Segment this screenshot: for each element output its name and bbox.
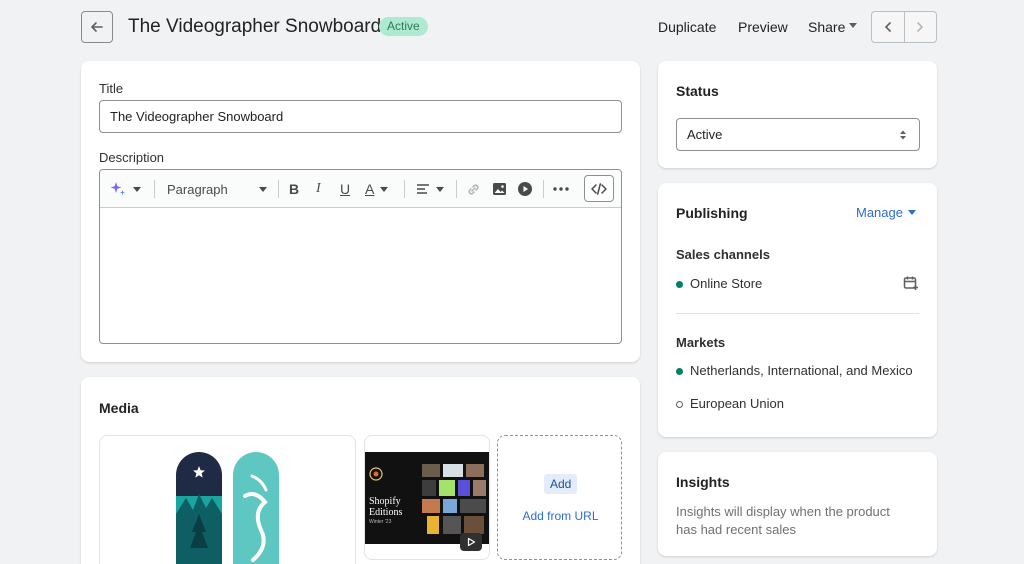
back-button[interactable] <box>81 11 113 43</box>
text-color-button[interactable]: A <box>365 179 389 199</box>
add-from-url-link[interactable]: Add from URL <box>498 509 621 523</box>
arrow-left-icon <box>91 22 103 32</box>
page-title: The Videographer Snowboard <box>128 16 382 37</box>
publishing-heading: Publishing <box>676 205 748 221</box>
insights-heading: Insights <box>676 474 730 490</box>
italic-icon[interactable]: I <box>316 179 321 199</box>
market-item: Netherlands, International, and Mexico <box>690 363 913 378</box>
publishing-card: Publishing Manage Sales channels Online … <box>658 183 937 437</box>
underline-icon[interactable]: U <box>340 179 350 199</box>
market-status-dot <box>676 368 683 375</box>
duplicate-button[interactable]: Duplicate <box>658 19 716 35</box>
format-select[interactable]: Paragraph <box>167 179 267 199</box>
market-item: European Union <box>690 396 784 411</box>
channel-status-dot <box>676 281 683 288</box>
play-icon <box>467 537 476 547</box>
toolbar-divider <box>404 180 405 198</box>
ai-generate-button[interactable] <box>109 179 141 199</box>
caret-down-icon <box>436 186 444 192</box>
caret-down-icon <box>907 210 916 215</box>
toolbar-divider <box>456 180 457 198</box>
more-horizontal-icon <box>553 187 569 191</box>
add-media-button[interactable]: Add <box>544 474 578 494</box>
manage-button[interactable]: Manage <box>856 205 916 220</box>
status-select-value: Active <box>687 127 723 142</box>
editor-toolbar: Paragraph B I U A <box>100 170 621 208</box>
align-left-icon <box>417 184 429 194</box>
caret-down-icon <box>133 186 141 192</box>
format-select-label: Paragraph <box>167 181 228 197</box>
channel-online-store: Online Store <box>690 276 763 291</box>
code-icon <box>591 182 607 195</box>
description-editor: Paragraph B I U A <box>99 169 622 344</box>
snowboard-image <box>176 452 279 564</box>
sparkle-icon <box>110 182 125 195</box>
insights-card: Insights Insights will display when the … <box>658 452 937 556</box>
media-item-snowboard[interactable] <box>99 435 356 564</box>
video-play-badge <box>460 533 482 551</box>
status-card: Status Active <box>658 61 937 168</box>
markets-label: Markets <box>676 335 726 350</box>
toolbar-divider <box>154 180 155 198</box>
status-select[interactable]: Active <box>676 118 920 151</box>
play-circle-icon <box>518 182 532 196</box>
video-thumbnail: Shopify Editions Winter '23 <box>365 452 489 544</box>
show-html-button[interactable] <box>584 175 614 202</box>
insert-image-button[interactable] <box>492 179 507 199</box>
description-label: Description <box>99 150 165 165</box>
previous-product-button[interactable] <box>872 12 905 42</box>
media-heading: Media <box>99 400 139 416</box>
media-item-video[interactable]: Shopify Editions Winter '23 <box>364 435 490 560</box>
more-options-button[interactable] <box>553 179 569 199</box>
description-content-area[interactable] <box>100 208 621 343</box>
caret-down-icon <box>259 187 267 192</box>
video-thumb-title: Shopify Editions Winter '23 <box>369 496 403 525</box>
insights-description: Insights will display when the product h… <box>676 504 890 537</box>
media-card: Media Shopify Editions Winter '23 Add Ad… <box>81 377 640 564</box>
select-arrows-icon <box>900 130 906 140</box>
chevron-left-icon <box>884 22 891 32</box>
link-icon <box>468 183 479 195</box>
product-details-card: Title The Videographer Snowboard Descrip… <box>81 61 640 362</box>
caret-down-icon[interactable] <box>849 23 857 28</box>
toolbar-divider <box>278 180 279 198</box>
section-divider <box>676 313 919 314</box>
title-input[interactable]: The Videographer Snowboard <box>99 100 622 133</box>
schedule-calendar-icon[interactable] <box>903 275 919 291</box>
status-heading: Status <box>676 83 719 99</box>
product-pager <box>871 11 937 43</box>
preview-button[interactable]: Preview <box>738 19 788 35</box>
media-upload-dropzone[interactable]: Add Add from URL <box>497 435 622 560</box>
align-button[interactable] <box>416 179 444 199</box>
bold-icon[interactable]: B <box>289 179 299 199</box>
text-color-icon: A <box>365 181 375 197</box>
chevron-right-icon <box>917 22 924 32</box>
title-label: Title <box>99 81 124 96</box>
next-product-button[interactable] <box>905 12 937 42</box>
insert-video-button[interactable] <box>517 179 533 199</box>
toolbar-divider <box>543 180 544 198</box>
market-status-dot <box>676 401 683 408</box>
link-button[interactable] <box>466 179 481 199</box>
sales-channels-label: Sales channels <box>676 247 770 262</box>
page-header: The Videographer Snowboard Active Duplic… <box>81 11 937 43</box>
share-button[interactable]: Share <box>808 19 845 35</box>
image-icon <box>493 183 506 195</box>
manage-label: Manage <box>856 205 903 220</box>
status-badge: Active <box>379 17 428 36</box>
caret-down-icon <box>380 186 389 192</box>
